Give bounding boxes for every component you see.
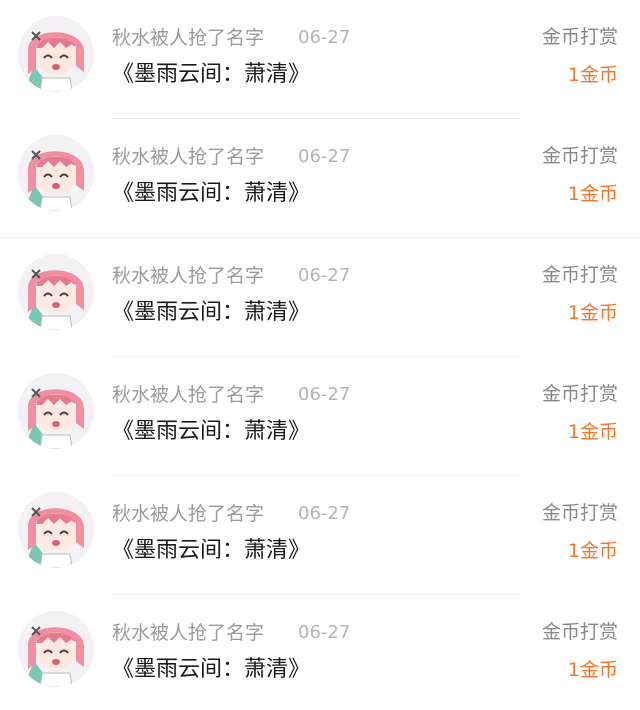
- anime-girl-avatar-icon: [18, 254, 94, 330]
- user-avatar[interactable]: [18, 611, 94, 687]
- username[interactable]: 秋水被人抢了名字: [112, 145, 264, 169]
- user-avatar[interactable]: [18, 492, 94, 568]
- user-avatar[interactable]: [18, 373, 94, 449]
- gift-type-label: 金币打赏: [541, 502, 618, 524]
- anime-girl-avatar-icon: [18, 611, 94, 687]
- reward-list-item[interactable]: 秋水被人抢了名字 06-27 《墨雨云间：萧清》 金币打赏 1金币: [0, 0, 640, 119]
- gift-type-label: 金币打赏: [541, 264, 618, 286]
- anime-girl-avatar-icon: [18, 373, 94, 449]
- reward-amount: 1金币: [567, 302, 618, 324]
- book-title[interactable]: 《墨雨云间：萧清》: [112, 536, 310, 566]
- reward-list-item[interactable]: 秋水被人抢了名字 06-27 《墨雨云间：萧清》 金币打赏 1金币: [0, 238, 640, 357]
- username[interactable]: 秋水被人抢了名字: [112, 264, 264, 288]
- username[interactable]: 秋水被人抢了名字: [112, 26, 264, 50]
- anime-girl-avatar-icon: [18, 492, 94, 568]
- reward-amount: 1金币: [567, 183, 618, 205]
- reward-list-item[interactable]: 秋水被人抢了名字 06-27 《墨雨云间：萧清》 金币打赏 1金币: [0, 119, 640, 238]
- username[interactable]: 秋水被人抢了名字: [112, 621, 264, 645]
- gift-type-label: 金币打赏: [541, 145, 618, 167]
- book-title[interactable]: 《墨雨云间：萧清》: [112, 655, 310, 685]
- reward-date: 06-27: [298, 27, 351, 48]
- reward-list-item[interactable]: 秋水被人抢了名字 06-27 《墨雨云间：萧清》 金币打赏 1金币: [0, 595, 640, 710]
- gift-type-label: 金币打赏: [541, 621, 618, 643]
- reward-list: 秋水被人抢了名字 06-27 《墨雨云间：萧清》 金币打赏 1金币 秋水被人抢了…: [0, 0, 640, 710]
- user-avatar[interactable]: [18, 254, 94, 330]
- book-title[interactable]: 《墨雨云间：萧清》: [112, 179, 310, 209]
- user-avatar[interactable]: [18, 135, 94, 211]
- anime-girl-avatar-icon: [18, 16, 94, 92]
- book-title[interactable]: 《墨雨云间：萧清》: [112, 417, 310, 447]
- reward-date: 06-27: [298, 622, 351, 643]
- reward-list-item[interactable]: 秋水被人抢了名字 06-27 《墨雨云间：萧清》 金币打赏 1金币: [0, 357, 640, 476]
- book-title[interactable]: 《墨雨云间：萧清》: [112, 298, 310, 328]
- reward-list-item[interactable]: 秋水被人抢了名字 06-27 《墨雨云间：萧清》 金币打赏 1金币: [0, 476, 640, 595]
- reward-date: 06-27: [298, 265, 351, 286]
- reward-date: 06-27: [298, 503, 351, 524]
- gift-type-label: 金币打赏: [541, 383, 618, 405]
- reward-amount: 1金币: [567, 64, 618, 86]
- user-avatar[interactable]: [18, 16, 94, 92]
- reward-date: 06-27: [298, 146, 351, 167]
- anime-girl-avatar-icon: [18, 135, 94, 211]
- gift-type-label: 金币打赏: [541, 26, 618, 48]
- username[interactable]: 秋水被人抢了名字: [112, 502, 264, 526]
- book-title[interactable]: 《墨雨云间：萧清》: [112, 60, 310, 90]
- reward-date: 06-27: [298, 384, 351, 405]
- reward-amount: 1金币: [567, 540, 618, 562]
- username[interactable]: 秋水被人抢了名字: [112, 383, 264, 407]
- reward-amount: 1金币: [567, 659, 618, 681]
- reward-amount: 1金币: [567, 421, 618, 443]
